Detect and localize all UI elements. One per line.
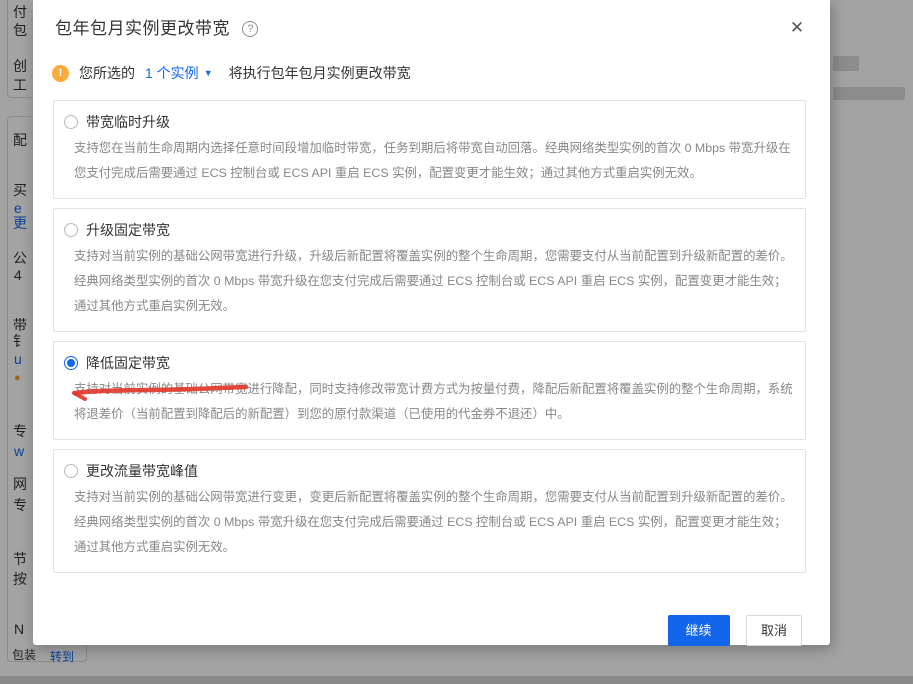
cancel-button[interactable]: 取消 — [745, 615, 802, 646]
radio-button[interactable] — [64, 223, 78, 237]
option-change-traffic-peak[interactable]: 更改流量带宽峰值 支持对当前实例的基础公网带宽进行变更，变更后新配置将覆盖实例的… — [53, 449, 806, 573]
option-label: 更改流量带宽峰值 — [86, 463, 198, 479]
radio-button[interactable] — [64, 356, 78, 370]
option-label: 降低固定带宽 — [86, 355, 170, 371]
option-description: 支持对当前实例的基础公网带宽进行变更，变更后新配置将覆盖实例的整个生命周期，您需… — [74, 490, 793, 554]
help-icon[interactable]: ? — [242, 21, 259, 37]
option-lower-fixed-bandwidth[interactable]: 降低固定带宽 支持对当前实例的基础公网带宽进行降配，同时支持修改带宽计费方式为按… — [53, 341, 806, 440]
notice-suffix: 将执行包年包月实例更改带宽 — [228, 65, 411, 81]
option-description: 支持对当前实例的基础公网带宽进行降配，同时支持修改带宽计费方式为按量付费，降配后… — [74, 382, 793, 421]
option-head: 升级固定带宽 — [64, 219, 799, 241]
option-list: 带宽临时升级 支持您在当前生命周期内选择任意时间段增加临时带宽，任务到期后将带宽… — [53, 100, 806, 573]
close-icon[interactable]: ✕ — [787, 18, 807, 38]
option-description: 支持您在当前生命周期内选择任意时间段增加临时带宽，任务到期后将带宽自动回落。经典… — [74, 141, 791, 180]
option-label: 带宽临时升级 — [86, 114, 170, 130]
continue-button[interactable]: 继续 — [667, 615, 730, 646]
selection-notice: ! 您所选的 1 个实例 ▼ 将执行包年包月实例更改带宽 — [52, 62, 830, 84]
option-temporary-bandwidth-upgrade[interactable]: 带宽临时升级 支持您在当前生命周期内选择任意时间段增加临时带宽，任务到期后将带宽… — [53, 100, 806, 199]
warning-icon: ! — [52, 64, 69, 82]
option-head: 更改流量带宽峰值 — [64, 460, 799, 482]
option-upgrade-fixed-bandwidth[interactable]: 升级固定带宽 支持对当前实例的基础公网带宽进行升级，升级后新配置将覆盖实例的整个… — [53, 208, 806, 332]
option-description: 支持对当前实例的基础公网带宽进行升级，升级后新配置将覆盖实例的整个生命周期，您需… — [74, 249, 793, 313]
change-bandwidth-dialog: 包年包月实例更改带宽 ? ✕ ! 您所选的 1 个实例 ▼ 将执行包年包月实例更… — [33, 0, 830, 646]
selected-instances-link[interactable]: 1 个实例 — [145, 63, 199, 83]
dialog-header: 包年包月实例更改带宽 ? ✕ — [33, 0, 830, 42]
dialog-title: 包年包月实例更改带宽 — [55, 19, 230, 38]
option-head: 降低固定带宽 — [64, 352, 799, 374]
radio-button[interactable] — [64, 464, 78, 478]
option-label: 升级固定带宽 — [86, 222, 170, 238]
option-head: 带宽临时升级 — [64, 111, 799, 133]
radio-button[interactable] — [64, 115, 78, 129]
chevron-down-icon[interactable]: ▼ — [204, 68, 213, 78]
dialog-footer: 继续 取消 — [33, 582, 830, 646]
notice-prefix: 您所选的 — [79, 65, 135, 81]
